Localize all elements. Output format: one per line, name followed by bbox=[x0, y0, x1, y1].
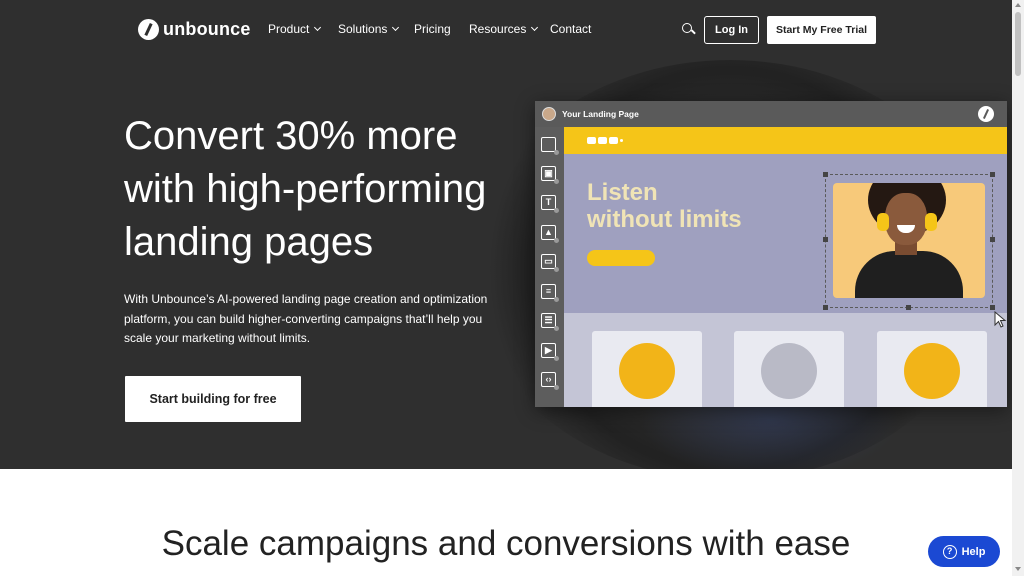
canvas-button-placeholder bbox=[587, 250, 655, 266]
builder-title: Your Landing Page bbox=[562, 109, 639, 119]
builder-topbar: Your Landing Page bbox=[535, 101, 1007, 127]
scrollbar-thumb[interactable] bbox=[1015, 12, 1021, 76]
nav-item-contact[interactable]: Contact bbox=[550, 22, 591, 36]
nav-item-label: Solutions bbox=[338, 22, 388, 36]
resize-handle bbox=[823, 237, 828, 242]
resize-handle bbox=[990, 172, 995, 177]
start-free-trial-button[interactable]: Start My Free Trial bbox=[767, 16, 876, 44]
nav-item-resources[interactable]: Resources bbox=[469, 22, 539, 36]
login-button[interactable]: Log In bbox=[704, 16, 759, 44]
scrollbar[interactable] bbox=[1012, 0, 1024, 576]
button-icon: ▭ bbox=[541, 254, 559, 272]
list-icon: ☰ bbox=[541, 313, 559, 331]
cursor-icon bbox=[994, 311, 1007, 328]
placeholder-dot bbox=[620, 139, 623, 142]
hero-section: unbounce Product Solutions Pricing Resou… bbox=[0, 0, 1012, 469]
image-icon: ▲ bbox=[541, 225, 559, 243]
start-building-button[interactable]: Start building for free bbox=[125, 376, 301, 422]
nav-item-solutions[interactable]: Solutions bbox=[338, 22, 400, 36]
builder-mockup: Your Landing Page ▣ T ▲ ▭ ≡ ☰ ▶ ‹› Liste… bbox=[535, 101, 1007, 407]
selection-box bbox=[823, 172, 995, 310]
form-icon: ≡ bbox=[541, 284, 559, 302]
unbounce-logo[interactable]: unbounce bbox=[138, 19, 251, 40]
avatar bbox=[904, 343, 960, 399]
avatar bbox=[619, 343, 675, 399]
mini-card bbox=[734, 331, 844, 407]
resize-handle bbox=[906, 305, 911, 310]
nav-item-label: Resources bbox=[469, 22, 527, 36]
canvas-header-bar bbox=[564, 127, 1007, 154]
scroll-up-arrow-icon[interactable] bbox=[1015, 3, 1021, 7]
canvas-logo-placeholder bbox=[587, 137, 623, 144]
resize-handle bbox=[823, 305, 828, 310]
section-icon bbox=[541, 137, 559, 155]
section-title: Scale campaigns and conversions with eas… bbox=[161, 524, 851, 563]
image-box-icon: ▣ bbox=[541, 166, 559, 184]
chevron-down-icon bbox=[531, 23, 539, 32]
resize-handle bbox=[823, 172, 828, 177]
help-label: Help bbox=[961, 545, 986, 558]
nav-item-label: Product bbox=[268, 22, 310, 36]
nav-item-label: Contact bbox=[550, 22, 592, 36]
hero-title: Convert 30% more with high-performing la… bbox=[124, 114, 487, 264]
nav-item-pricing[interactable]: Pricing bbox=[414, 22, 451, 36]
chevron-down-icon bbox=[392, 23, 400, 32]
help-button[interactable]: ? Help bbox=[928, 536, 1000, 567]
code-icon: ‹› bbox=[541, 372, 559, 390]
text-icon: T bbox=[541, 195, 559, 213]
nav-item-label: Pricing bbox=[414, 22, 451, 36]
resize-handle bbox=[990, 305, 995, 310]
hero-subtitle: With Unbounce’s AI-powered landing page … bbox=[124, 292, 488, 345]
mini-card bbox=[592, 331, 702, 407]
placeholder-block bbox=[609, 137, 618, 144]
logo-text: unbounce bbox=[163, 19, 251, 39]
unbounce-logo-icon bbox=[138, 19, 159, 40]
unbounce-logo-icon bbox=[978, 106, 994, 122]
canvas-headline: Listen without limits bbox=[587, 179, 742, 233]
builder-toolbar: ▣ T ▲ ▭ ≡ ☰ ▶ ‹› bbox=[535, 127, 564, 407]
canvas-headline-line: without limits bbox=[587, 206, 742, 233]
scroll-down-arrow-icon[interactable] bbox=[1015, 567, 1021, 571]
question-icon: ? bbox=[942, 544, 957, 559]
avatar bbox=[761, 343, 817, 399]
video-icon: ▶ bbox=[541, 343, 559, 361]
resize-handle bbox=[990, 237, 995, 242]
search-icon[interactable] bbox=[682, 23, 694, 35]
mini-card bbox=[877, 331, 987, 407]
avatar bbox=[542, 107, 556, 121]
placeholder-block bbox=[587, 137, 596, 144]
placeholder-block bbox=[598, 137, 607, 144]
nav-item-product[interactable]: Product bbox=[268, 22, 322, 36]
chevron-down-icon bbox=[314, 23, 322, 32]
top-navigation: unbounce Product Solutions Pricing Resou… bbox=[0, 0, 1012, 60]
canvas-headline-line: Listen bbox=[587, 179, 658, 206]
